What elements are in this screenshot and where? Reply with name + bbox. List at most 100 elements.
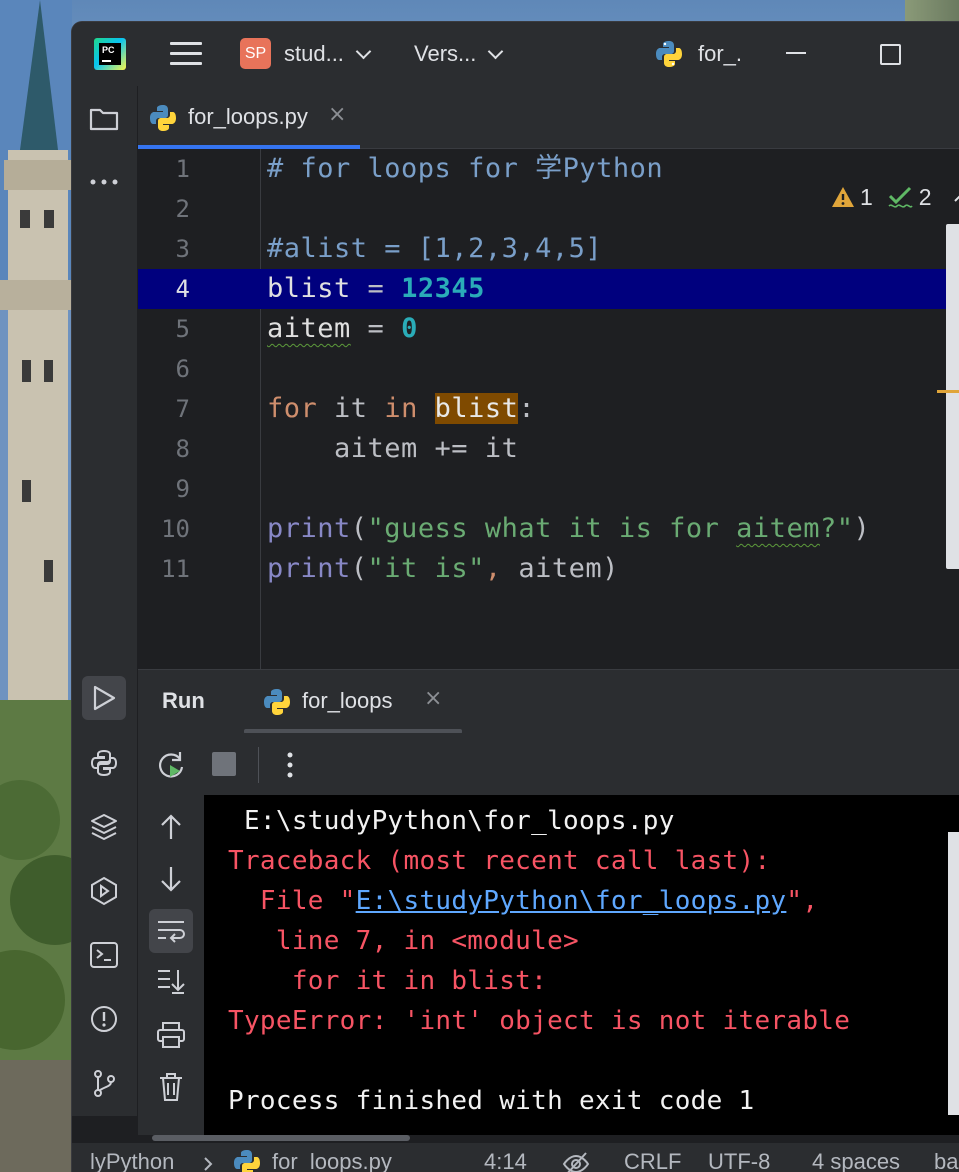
project-selector[interactable]: stud... [284, 22, 372, 86]
project-name: stud... [284, 41, 344, 66]
inspection-widget[interactable]: 1 2 [830, 179, 959, 215]
code-text: # for loops for 学Python [267, 153, 664, 184]
desktop-wallpaper-edge [905, 0, 959, 24]
maximize-button[interactable] [880, 44, 901, 65]
code-line[interactable]: 8 aitem += it [138, 429, 948, 469]
desktop-wallpaper [0, 0, 72, 1172]
terminal-icon[interactable] [82, 933, 126, 977]
editor-scrollbar[interactable] [946, 224, 959, 569]
console-command-line: E:\studyPython\for_loops.py [228, 806, 675, 836]
code-line[interactable]: 2 [138, 189, 948, 229]
console-side-toolbar [138, 795, 204, 1135]
console-file-link[interactable]: E:\studyPython\for_loops.py [356, 886, 787, 916]
line-number: 5 [175, 315, 190, 343]
vcs-label: Vers... [414, 41, 477, 66]
line-number: 7 [175, 395, 190, 423]
editor-tab-label: for_loops.py [188, 104, 308, 129]
line-number: 11 [161, 555, 190, 583]
code-text: print("guess what it is for aitem?") [267, 513, 871, 544]
line-number: 1 [175, 155, 190, 183]
services-icon[interactable] [82, 869, 126, 913]
layers-icon[interactable] [82, 805, 126, 849]
code-text: #alist = [1,2,3,4,5] [267, 233, 603, 264]
pycharm-logo-icon[interactable]: PC [94, 38, 126, 70]
main-menu-icon[interactable] [170, 40, 202, 68]
code-editor[interactable]: 1 # for loops for 学Python 2 3 #alist = [… [138, 149, 959, 669]
python-console-icon[interactable] [82, 741, 126, 785]
file-encoding[interactable]: UTF-8 [708, 1149, 770, 1172]
trash-icon[interactable] [158, 1072, 184, 1102]
code-text: aitem += it [267, 433, 519, 464]
code-line[interactable]: 7 for it in blist: [138, 389, 948, 429]
console-traceback-header: Traceback (most recent call last): [228, 846, 771, 876]
code-line[interactable]: 1 # for loops for 学Python [138, 149, 948, 189]
run-tab-label[interactable]: for_loops [302, 688, 393, 714]
console-code-echo: for it in blist: [228, 966, 548, 996]
project-folder-icon[interactable] [82, 97, 126, 141]
code-line[interactable]: 3 #alist = [1,2,3,4,5] [138, 229, 948, 269]
code-text: print("it is", aitem) [267, 553, 619, 584]
ok-count: 2 [918, 183, 932, 210]
line-separator[interactable]: CRLF [624, 1149, 681, 1172]
run-tool-icon[interactable] [82, 676, 126, 720]
code-line[interactable]: 6 [138, 349, 948, 389]
editor-tab-for-loops[interactable]: for_loops.py × [138, 86, 360, 149]
warning-icon [832, 187, 854, 207]
caret-position[interactable]: 4:14 [484, 1149, 527, 1172]
run-config-selector[interactable]: for_. [654, 22, 742, 86]
console-exit-message: Process finished with exit code 1 [228, 1086, 755, 1116]
print-icon[interactable] [156, 1021, 186, 1049]
git-branch-icon[interactable] [82, 1061, 126, 1105]
console-horizontal-scrollbar[interactable] [152, 1135, 410, 1141]
line-number: 10 [161, 515, 190, 543]
code-text: blist = 12345 [267, 273, 485, 304]
python-file-icon [150, 105, 176, 131]
line-number: 4 [175, 275, 190, 303]
minimize-button[interactable] [786, 52, 806, 54]
run-config-name: for_. [698, 41, 743, 66]
code-line[interactable]: 10 print("guess what it is for aitem?") [138, 509, 948, 549]
breadcrumb-project[interactable]: lyPython [90, 1149, 174, 1172]
line-number: 3 [175, 235, 190, 263]
console-scrollbar[interactable] [948, 832, 959, 1115]
line-number: 6 [175, 355, 190, 383]
status-bar: lyPython for_loops.py 4:14 CRLF UTF-8 4 … [72, 1142, 959, 1172]
code-line[interactable]: 5 aitem = 0 [138, 309, 948, 349]
console-line-info: line 7, in <module> [228, 926, 579, 956]
toolbar-divider [258, 747, 259, 783]
console-file-line: File "E:\studyPython\for_loops.py", [228, 886, 819, 916]
close-tab-icon[interactable]: × [328, 102, 346, 127]
vcs-widget[interactable]: Vers... [414, 22, 504, 86]
line-number: 8 [175, 435, 190, 463]
current-code-line[interactable]: 4 blist = 12345 [138, 269, 948, 309]
problems-icon[interactable] [82, 997, 126, 1041]
line-number: 2 [175, 195, 190, 223]
code-line[interactable]: 9 [138, 469, 948, 509]
python-interpreter[interactable]: ba [934, 1149, 958, 1172]
chevron-down-icon [488, 43, 504, 59]
warning-stripe-marker[interactable] [937, 390, 959, 393]
readonly-toggle-icon[interactable] [562, 1151, 590, 1172]
run-panel-title: Run [162, 688, 205, 713]
chevron-up-icon[interactable] [952, 190, 959, 204]
project-badge[interactable]: SP [240, 38, 271, 69]
tool-window-strip [72, 86, 138, 1116]
console-error-message: TypeError: 'int' object is not iterable [228, 1006, 851, 1036]
code-text: for it in blist: [267, 393, 536, 424]
stop-icon[interactable] [212, 752, 236, 776]
breadcrumb-file[interactable]: for_loops.py [272, 1149, 392, 1172]
indent-setting[interactable]: 4 spaces [812, 1149, 900, 1172]
soft-wrap-button[interactable] [149, 909, 193, 953]
python-file-icon [656, 41, 682, 67]
more-tools-icon[interactable] [82, 160, 126, 204]
close-run-tab-icon[interactable]: × [424, 686, 442, 711]
ide-window: PC SP stud... Vers... for_. for_loops.py… [72, 22, 959, 1172]
arrow-down-icon[interactable] [158, 865, 184, 893]
typo-check-icon [888, 186, 913, 208]
rerun-icon[interactable] [156, 749, 188, 781]
arrow-up-icon[interactable] [158, 813, 184, 841]
more-options-icon[interactable] [286, 751, 294, 779]
code-line[interactable]: 11 print("it is", aitem) [138, 549, 948, 589]
scroll-to-end-icon[interactable] [156, 967, 186, 995]
run-console-output[interactable]: E:\studyPython\for_loops.py Traceback (m… [204, 795, 959, 1135]
